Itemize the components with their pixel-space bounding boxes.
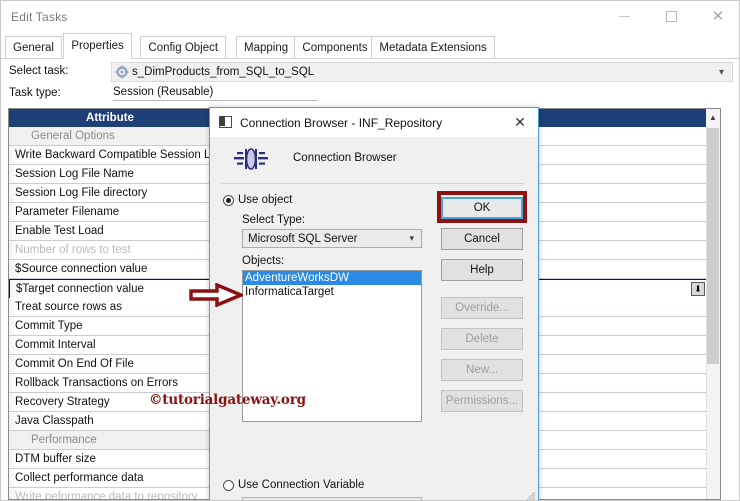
grid-cell-attribute: Session Log File Name <box>9 165 212 183</box>
use-object-label: Use object <box>238 194 293 206</box>
tab-general[interactable]: General <box>5 36 62 58</box>
window-title: Edit Tasks <box>11 10 68 24</box>
select-type-label: Select Type: <box>242 214 306 226</box>
grid-cell-attribute: Rollback Transactions on Errors <box>9 374 212 392</box>
grid-cell-attribute: General Options <box>9 127 212 145</box>
close-icon: ✕ <box>711 8 725 25</box>
use-connection-variable-radio[interactable]: Use Connection Variable <box>223 479 364 491</box>
grid-cell-attribute: Java Classpath <box>9 412 212 430</box>
grid-cell-attribute: Treat source rows as <box>9 298 212 316</box>
tab-label: General <box>13 41 54 54</box>
grid-cell-attribute: Session Log File directory <box>9 184 212 202</box>
connector-plug-icon <box>234 148 268 170</box>
tab-properties[interactable]: Properties <box>63 33 132 59</box>
tab-label: Mapping <box>244 41 289 54</box>
dialog-close-button[interactable]: ✕ <box>504 110 536 135</box>
grid-cell-attribute: Parameter Filename <box>9 203 212 221</box>
grid-cell-attribute: Commit On End Of File <box>9 355 212 373</box>
grid-cell-attribute: Enable Test Load <box>9 222 212 240</box>
dialog-title: Connection Browser - INF_Repository <box>240 116 443 130</box>
dialog-title-bar: Connection Browser - INF_Repository ✕ <box>210 108 538 137</box>
grid-cell-attribute: Write Backward Compatible Session Lo <box>9 146 212 164</box>
tab-components[interactable]: Components <box>294 36 376 58</box>
ok-button[interactable]: OK <box>441 197 523 219</box>
dialog-app-icon <box>219 116 232 128</box>
grid-header-attribute: Attribute <box>9 109 212 127</box>
tab-label: Metadata Extensions <box>379 41 487 54</box>
grid-cell-attribute: Commit Type <box>9 317 212 335</box>
grid-cell-attribute: Write peformance data to repository <box>9 488 212 499</box>
tab-label: Properties <box>71 40 124 52</box>
chevron-down-icon: ▾ <box>409 233 414 243</box>
grid-cell-attribute: DTM buffer size <box>9 450 212 468</box>
permissions-button[interactable]: Permissions... <box>441 390 523 412</box>
radio-off-icon <box>223 479 234 491</box>
objects-list-item[interactable]: InformaticaTarget <box>243 285 421 299</box>
tab-strip: General Properties Config Object Mapping Com… <box>1 33 739 59</box>
chevron-down-icon: ▾ <box>718 67 724 78</box>
select-task-combo[interactable]: s_DimProducts_from_SQL_to_SQL ▾ <box>111 62 733 82</box>
task-type-label: Task type: <box>9 87 61 99</box>
minimize-button[interactable] <box>601 1 647 32</box>
dialog-heading: Connection Browser <box>293 152 397 164</box>
select-type-value: Microsoft SQL Server <box>248 232 358 245</box>
use-object-radio[interactable]: Use object <box>223 194 292 206</box>
grid-cell-attribute: Performance <box>9 431 212 449</box>
dialog-body: Connection Browser Use object Select Typ… <box>210 137 538 501</box>
scrollbar-thumb[interactable] <box>707 128 719 364</box>
maximize-button[interactable] <box>648 1 694 32</box>
tab-config-object[interactable]: Config Object <box>140 36 227 58</box>
grid-cell-attribute: $Source connection value <box>9 260 212 278</box>
minimize-icon <box>618 16 630 17</box>
title-bar: Edit Tasks ✕ <box>1 1 739 33</box>
connection-browser-dialog: Connection Browser - INF_Repository ✕ Co… <box>209 107 539 501</box>
grid-cell-attribute: Number of rows to test <box>9 241 212 259</box>
grid-scrollbar[interactable]: ▲ <box>706 109 720 499</box>
session-icon <box>115 65 129 79</box>
select-task-label: Select task: <box>9 65 69 77</box>
cancel-button[interactable]: Cancel <box>441 228 523 250</box>
tab-label: Config Object <box>148 41 219 54</box>
grid-cell-attribute: $Target connection value <box>10 280 213 298</box>
close-button[interactable]: ✕ <box>695 1 739 32</box>
watermark: ©tutorialgateway.org <box>149 392 306 408</box>
select-task-value: s_DimProducts_from_SQL_to_SQL <box>132 66 315 78</box>
tab-label: Components <box>302 41 368 54</box>
scroll-up-icon[interactable]: ▲ <box>706 109 720 126</box>
override-button[interactable]: Override... <box>441 297 523 319</box>
select-type-combo[interactable]: Microsoft SQL Server ▾ <box>242 229 422 248</box>
resize-grip-icon[interactable] <box>524 489 536 501</box>
annotation-arrow-icon <box>189 283 243 307</box>
connection-variable-input[interactable] <box>242 497 422 500</box>
tab-mapping[interactable]: Mapping <box>236 36 297 58</box>
delete-button[interactable]: Delete <box>441 328 523 350</box>
grid-cell-attribute: Collect performance data <box>9 469 212 487</box>
task-type-value: Session (Reusable) <box>113 86 318 101</box>
radio-on-icon <box>223 194 234 206</box>
edit-tasks-window: Edit Tasks ✕ General Properties Config Obj… <box>0 0 740 501</box>
help-button[interactable]: Help <box>441 259 523 281</box>
open-connection-browser-button[interactable]: ⬇ <box>691 282 705 296</box>
new-button[interactable]: New... <box>441 359 523 381</box>
use-connection-variable-label: Use Connection Variable <box>238 479 365 491</box>
objects-list-item[interactable]: AdventureWorksDW <box>243 271 421 285</box>
maximize-icon <box>665 11 677 22</box>
grid-cell-attribute: Commit Interval <box>9 336 212 354</box>
tab-metadata-extensions[interactable]: Metadata Extensions <box>371 36 495 58</box>
objects-label: Objects: <box>242 255 285 267</box>
dialog-divider <box>221 183 524 184</box>
